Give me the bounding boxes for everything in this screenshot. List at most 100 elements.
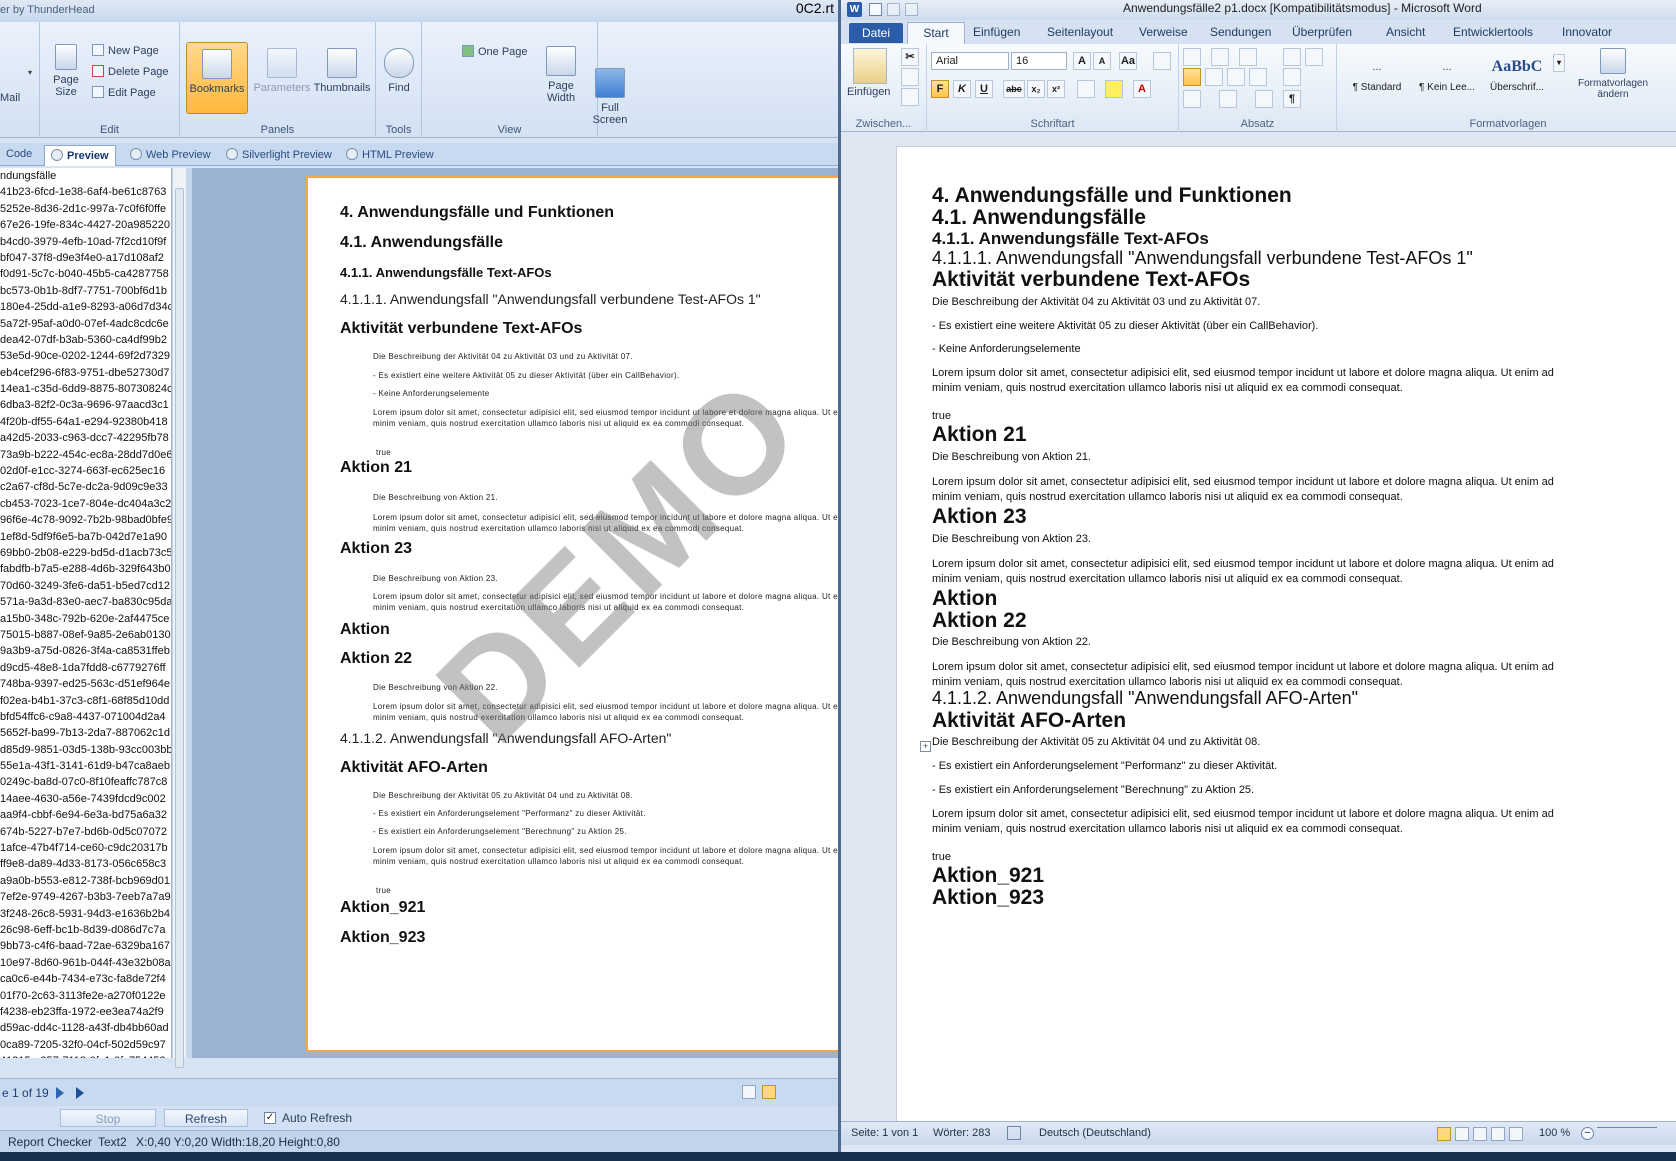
tab-ueberpruefen[interactable]: Überprüfen — [1292, 25, 1352, 39]
tree-item[interactable]: a42d5-2033-c963-dcc7-42295fb78 — [0, 430, 171, 446]
word-count-status[interactable]: Wörter: 283 — [933, 1127, 990, 1139]
paste-button[interactable]: Einfügen — [847, 86, 890, 98]
styles-scroll-icon[interactable]: ▾ — [1553, 54, 1565, 72]
proofing-icon[interactable] — [1007, 1126, 1021, 1140]
tree-item[interactable]: f02ea-b4b1-37c3-c8f1-68f85d10dd — [0, 693, 171, 709]
page-width-button[interactable]: Page Width — [540, 46, 582, 104]
tree-scrollbar[interactable] — [172, 168, 186, 1068]
tree-root[interactable]: ndungsfälle — [0, 168, 171, 184]
line-spacing-icon[interactable] — [1283, 68, 1301, 86]
word-page[interactable]: 4. Anwendungsfälle und Funktionen 4.1. A… — [896, 146, 1676, 1121]
tree-item[interactable]: 75015-b887-08ef-9a85-2e6ab0130 — [0, 627, 171, 643]
bookmarks-button[interactable]: Bookmarks — [186, 42, 248, 114]
thumbnails-button[interactable]: Thumbnails — [312, 48, 372, 94]
align-right-icon[interactable] — [1227, 68, 1245, 86]
tree-scrollbar-thumb[interactable] — [175, 188, 184, 1068]
tree-item[interactable]: d9cd5-48e8-1da7fdd8-c6779276ff — [0, 660, 171, 676]
tree-item[interactable]: a15b0-348c-792b-620e-2af4475ce — [0, 611, 171, 627]
tab-code[interactable]: Code — [0, 145, 38, 166]
auto-refresh-checkbox[interactable]: ✓ — [264, 1112, 276, 1124]
tree-item[interactable]: 67e26-19fe-834c-4427-20a985220 — [0, 217, 171, 233]
strikethrough-button[interactable]: abc — [1003, 80, 1025, 98]
tree-item[interactable]: 9a3b9-a75d-0826-3f4a-ca8531ffeb — [0, 643, 171, 659]
tree-item[interactable]: 70d60-3249-3fe6-da51-b5ed7cd12 — [0, 578, 171, 594]
tab-preview[interactable]: Preview — [44, 145, 116, 166]
redo-icon[interactable] — [905, 3, 918, 16]
tree-item[interactable]: 41b23-6fcd-1e38-6af4-be61c8763 — [0, 184, 171, 200]
web-layout-icon[interactable] — [1473, 1127, 1487, 1141]
bold-button[interactable]: F — [931, 80, 949, 98]
font-size-combo[interactable]: 16 — [1011, 52, 1067, 70]
tab-web-preview[interactable]: Web Preview — [124, 145, 217, 166]
multi-view-icon[interactable] — [762, 1085, 776, 1099]
copy-icon[interactable] — [901, 68, 919, 86]
tree-item[interactable]: ca0c6-e44b-7434-e73c-fa8de72f4 — [0, 971, 171, 987]
language-status[interactable]: Deutsch (Deutschland) — [1039, 1127, 1151, 1139]
tree-item[interactable]: b4cd0-3979-4efb-10ad-7f2cd10f9f — [0, 234, 171, 250]
full-screen-reading-icon[interactable] — [1455, 1127, 1469, 1141]
tree-item[interactable]: 26c98-6eff-bc1b-8d39-d086d7c7a — [0, 922, 171, 938]
report-checker-button[interactable]: Report Checker — [8, 1135, 92, 1149]
tab-datei[interactable]: Datei — [849, 23, 903, 43]
tree-item[interactable]: bf047-37f8-d9e3f4e0-a17d108af2 — [0, 250, 171, 266]
shrink-font-icon[interactable]: A — [1093, 52, 1111, 70]
bullets-icon[interactable] — [1183, 48, 1201, 66]
subscript-button[interactable]: x₂ — [1027, 80, 1045, 98]
tree-item[interactable]: f0d91-5c7c-b040-45b5-ca4287758 — [0, 266, 171, 282]
style-kein-leerraum[interactable]: ... ¶ Kein Lee... — [1413, 52, 1481, 110]
multilevel-list-icon[interactable] — [1239, 48, 1257, 66]
tab-seitenlayout[interactable]: Seitenlayout — [1047, 25, 1113, 39]
tree-item[interactable]: 01f70-2c63-3113fe2e-a270f0122e — [0, 988, 171, 1004]
format-painter-icon[interactable] — [901, 88, 919, 106]
tree-item[interactable]: 0ca89-7205-32f0-04cf-502d59c97 — [0, 1037, 171, 1053]
tree-item[interactable]: 53e5d-90ce-0202-1244-69f2d7329 — [0, 348, 171, 364]
table-move-handle-icon[interactable]: + — [920, 741, 931, 752]
justify-icon[interactable] — [1249, 68, 1267, 86]
tree-item[interactable]: dea42-07df-b3ab-5360-ca4df99b2 — [0, 332, 171, 348]
tree-item[interactable]: d59ac-dd4c-1128-a43f-db4bb60ad — [0, 1020, 171, 1036]
clear-format-icon[interactable] — [1153, 52, 1171, 70]
tree-item[interactable]: ff9e8-da89-4d33-8173-056c658c3 — [0, 856, 171, 872]
tree-item[interactable]: 9bb73-c4f6-baad-72ae-6329ba167 — [0, 938, 171, 954]
italic-button[interactable]: K — [953, 80, 971, 98]
tab-entwicklertools[interactable]: Entwicklertools — [1453, 25, 1533, 39]
parameters-button[interactable]: Parameters — [252, 48, 312, 94]
tree-item[interactable]: 7ef2e-9749-4267-b3b3-7eeb7a7a9 — [0, 889, 171, 905]
tree-item[interactable]: 96f6e-4c78-9092-7b2b-98bad0bfe9 — [0, 512, 171, 528]
last-page-icon[interactable] — [76, 1087, 84, 1099]
decrease-indent-icon[interactable] — [1283, 48, 1301, 66]
cut-icon[interactable]: ✂ — [901, 48, 919, 66]
borders-icon[interactable] — [1219, 90, 1237, 108]
highlight-icon[interactable] — [1105, 80, 1123, 98]
tree-item[interactable]: 0249c-ba8d-07c0-8f10feaffc787c8 — [0, 774, 171, 790]
tree-item[interactable]: 69bb0-2b08-e229-bd5d-d1acb73c5 — [0, 545, 171, 561]
tab-html-preview[interactable]: HTML Preview — [340, 145, 440, 166]
text-effects-icon[interactable] — [1077, 80, 1095, 98]
next-page-icon[interactable] — [56, 1087, 64, 1099]
tree-item[interactable]: 3f248-26c8-5931-94d3-e1636b2b4 — [0, 906, 171, 922]
undo-icon[interactable] — [887, 3, 900, 16]
tab-einfuegen[interactable]: Einfügen — [973, 25, 1020, 39]
sort-icon[interactable] — [1255, 90, 1273, 108]
change-case-icon[interactable]: Aa — [1119, 52, 1137, 70]
tree-item[interactable]: 571a-9a3d-83e0-aec7-ba830c95da — [0, 594, 171, 610]
tree-item[interactable]: 14aee-4630-a56e-7439fdcd9c002 — [0, 791, 171, 807]
change-styles-button[interactable]: Formatvorlagen ändern — [1573, 48, 1653, 100]
tab-start[interactable]: Start — [907, 22, 965, 44]
align-left-icon[interactable] — [1183, 68, 1201, 86]
tree-item[interactable]: bc573-0b1b-8df7-7751-700bf6d1b — [0, 283, 171, 299]
tree-item[interactable]: 5252e-8d36-2d1c-997a-7c0f6f0ffe — [0, 201, 171, 217]
pilcrow-icon[interactable]: ¶ — [1283, 90, 1301, 108]
tree-item[interactable]: f4238-eb23ffa-1972-ee3ea74a2f9 — [0, 1004, 171, 1020]
find-button[interactable]: Find — [382, 48, 416, 94]
grow-font-icon[interactable]: A — [1073, 52, 1091, 70]
tree-item[interactable]: fabdfb-b7a5-e288-4d6b-329f643b0 — [0, 561, 171, 577]
tab-innovator[interactable]: Innovator — [1562, 25, 1612, 39]
shading-icon[interactable] — [1183, 90, 1201, 108]
tree-item[interactable]: c2a67-cf8d-5c7e-dc2a-9d09c9e33 — [0, 479, 171, 495]
tree-item[interactable]: eb4cef296-6f83-9751-dbe52730d7 — [0, 365, 171, 381]
tab-sendungen[interactable]: Sendungen — [1210, 25, 1271, 39]
tree-item[interactable]: d85d9-9851-03d5-138b-93cc003bb — [0, 742, 171, 758]
edit-page-button[interactable]: Edit Page — [92, 86, 156, 99]
increase-indent-icon[interactable] — [1305, 48, 1323, 66]
